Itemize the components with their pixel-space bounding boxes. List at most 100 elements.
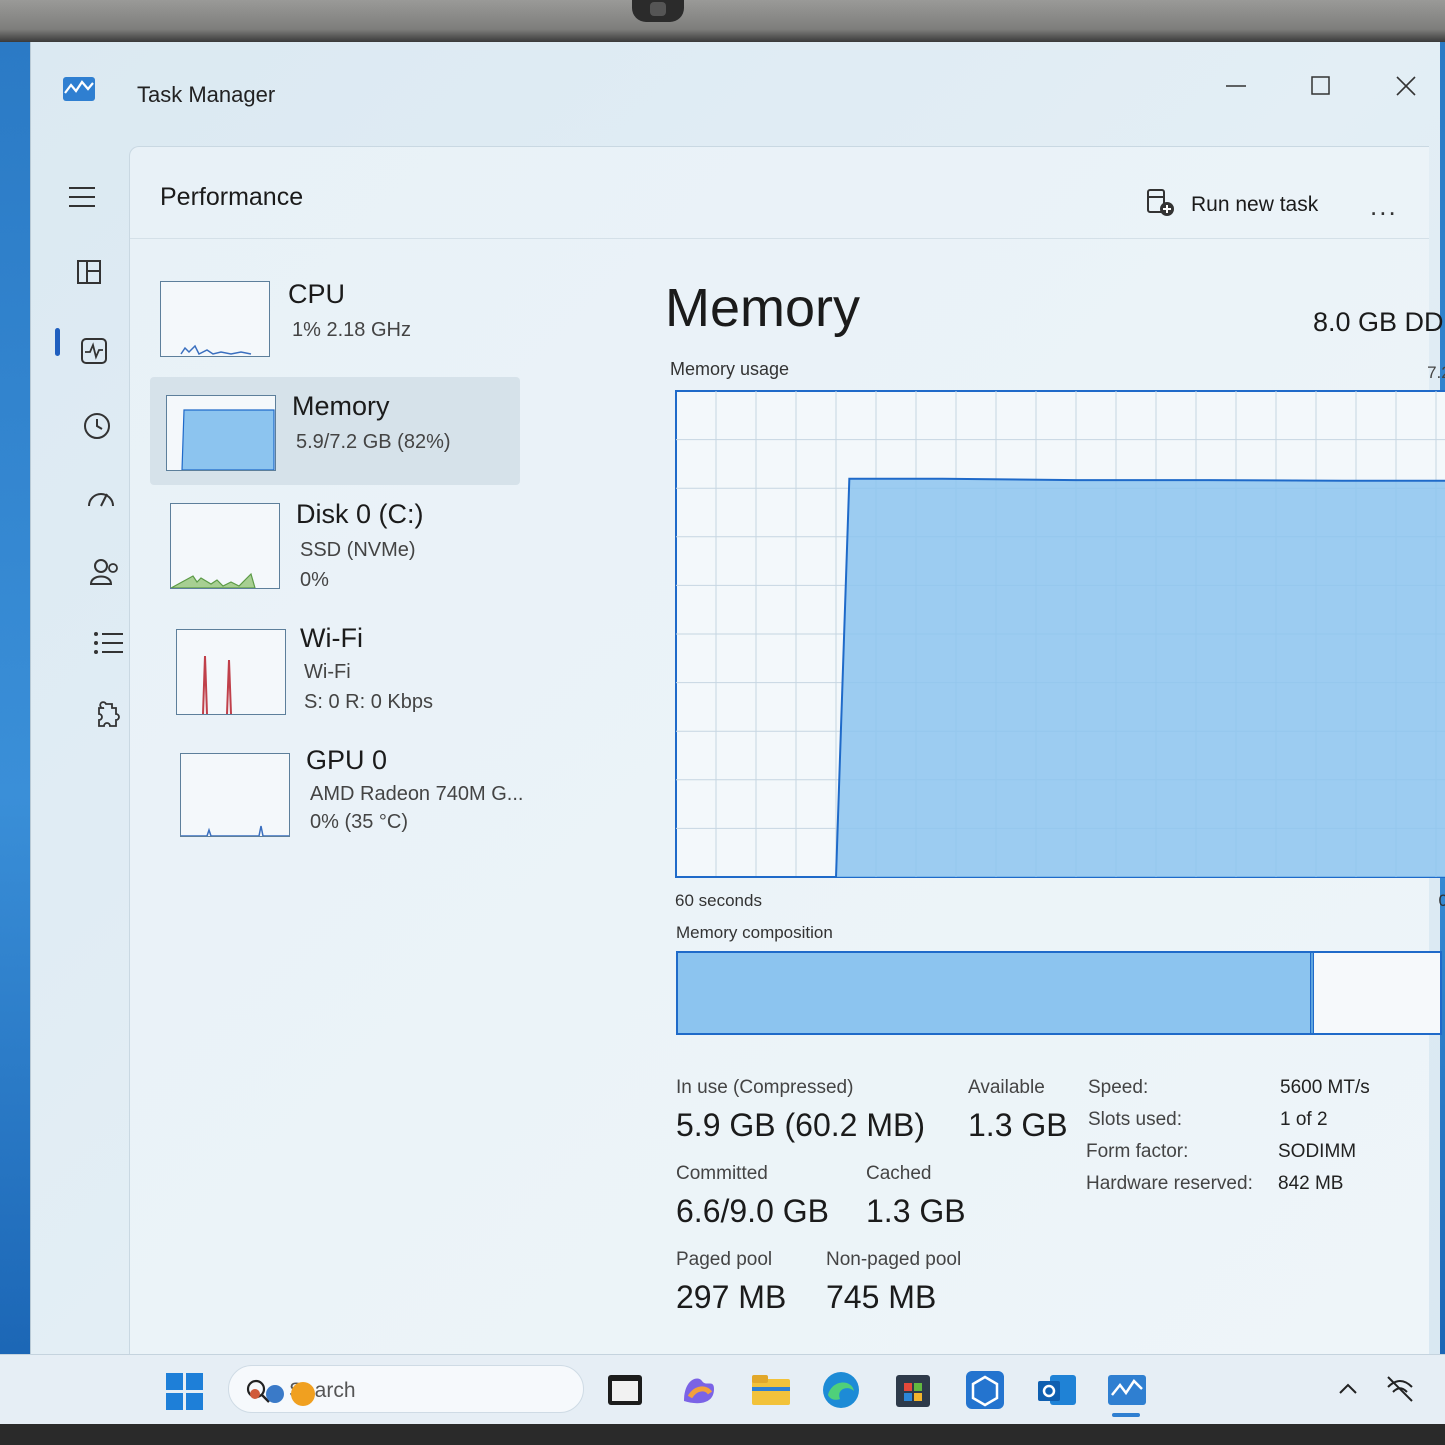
search-highlight-icon — [250, 1382, 315, 1406]
close-button[interactable] — [1386, 70, 1426, 102]
paged-pool-label: Paged pool — [676, 1249, 773, 1270]
committed-value: 6.6/9.0 GB — [676, 1193, 829, 1229]
webcam — [632, 0, 684, 22]
spec-speed-label: Speed: — [1088, 1077, 1149, 1098]
device-name: Disk 0 (C:) — [296, 499, 424, 529]
details-icon[interactable] — [79, 620, 135, 668]
device-detail: AMD Radeon 740M G... — [310, 783, 524, 805]
memory-thumbnail — [166, 395, 276, 471]
available-label: Available — [968, 1077, 1045, 1098]
chart-time-left: 60 seconds — [675, 891, 762, 910]
cached-value: 1.3 GB — [866, 1193, 966, 1229]
task-manager-window: Task Manager Performance Run new task ..… — [30, 42, 1445, 1354]
processes-icon[interactable] — [61, 248, 117, 296]
app-history-icon[interactable] — [67, 400, 123, 448]
cached-label: Cached — [866, 1163, 932, 1184]
memory-usage-label: Memory usage — [670, 359, 790, 379]
memory-type: 8.0 GB DDR5 — [1312, 307, 1445, 337]
spec-hw-reserved-label: Hardware reserved: — [1086, 1173, 1253, 1194]
minimize-button[interactable] — [1216, 70, 1256, 102]
composition-modified — [1310, 953, 1315, 1033]
edge-icon[interactable] — [818, 1367, 864, 1413]
laptop-bottom-bezel — [0, 1424, 1445, 1445]
left-navigation — [31, 152, 131, 1352]
in-use-value: 5.9 GB (60.2 MB) — [676, 1107, 925, 1143]
memory-usage-point — [848, 478, 850, 480]
terminal-icon[interactable] — [602, 1367, 648, 1413]
outlook-icon[interactable] — [1034, 1367, 1080, 1413]
device-disk[interactable]: Disk 0 (C:) SSD (NVMe) 0% — [150, 499, 520, 607]
no-network-icon[interactable] — [1384, 1373, 1416, 1405]
device-detail: 1% 2.18 GHz — [292, 319, 411, 341]
non-paged-pool-label: Non-paged pool — [826, 1249, 962, 1270]
chart-time-right: 0 — [1438, 891, 1445, 910]
committed-label: Committed — [676, 1163, 768, 1184]
spec-hw-reserved-value: 842 MB — [1278, 1173, 1344, 1194]
taskbar: Search — [0, 1354, 1445, 1424]
device-detail: SSD (NVMe) — [300, 539, 416, 561]
memory-composition-bar — [676, 951, 1442, 1035]
page-title: Performance — [160, 183, 304, 211]
memory-usage-max: 7.2 GB — [1427, 363, 1445, 382]
device-name: CPU — [288, 279, 346, 309]
device-gpu[interactable]: GPU 0 AMD Radeon 740M G... 0% (35 °C) — [150, 745, 524, 853]
company-portal-icon[interactable] — [962, 1367, 1008, 1413]
wifi-thumbnail — [176, 629, 286, 715]
memory-usage-point — [1208, 479, 1210, 481]
memory-usage-chart — [670, 387, 1445, 879]
maximize-button[interactable] — [1301, 70, 1341, 102]
device-detail: 5.9/7.2 GB (82%) — [296, 431, 451, 453]
spec-slots-value: 1 of 2 — [1280, 1109, 1328, 1130]
performance-panel: Performance Run new task ... CPU 1% 2.18… — [129, 146, 1445, 1354]
window-title: Task Manager — [137, 82, 276, 107]
active-app-indicator — [1112, 1413, 1140, 1417]
copilot-icon[interactable] — [676, 1367, 722, 1413]
device-usage: 0% (35 °C) — [310, 811, 409, 833]
cpu-thumbnail — [160, 281, 270, 357]
spec-speed-value: 5600 MT/s — [1280, 1077, 1370, 1098]
startup-apps-icon[interactable] — [71, 474, 127, 522]
paged-pool-value: 297 MB — [676, 1279, 787, 1315]
composition-in-use — [678, 953, 1311, 1033]
device-name: Wi-Fi — [300, 623, 363, 653]
file-explorer-icon[interactable] — [748, 1367, 794, 1413]
device-memory[interactable]: Memory 5.9/7.2 GB (82%) — [150, 377, 520, 485]
taskbar-search[interactable]: Search — [228, 1365, 584, 1413]
device-cpu[interactable]: CPU 1% 2.18 GHz — [150, 277, 520, 385]
start-icon[interactable] — [162, 1367, 208, 1413]
non-paged-pool-value: 745 MB — [826, 1279, 937, 1315]
title-bar: Task Manager — [31, 42, 1440, 142]
spec-slots-label: Slots used: — [1088, 1109, 1182, 1130]
run-task-icon — [1147, 189, 1174, 216]
memory-usage-point — [675, 876, 677, 878]
in-use-label: In use (Compressed) — [676, 1077, 854, 1098]
memory-composition-label: Memory composition — [676, 923, 833, 942]
device-wifi[interactable]: Wi-Fi Wi-Fi S: 0 R: 0 Kbps — [150, 623, 520, 731]
gpu-thumbnail — [180, 753, 290, 837]
users-icon[interactable] — [75, 546, 131, 594]
memory-usage-svg — [675, 390, 1445, 878]
memory-usage-point — [942, 478, 944, 480]
device-name: GPU 0 — [306, 745, 388, 775]
hamburger-icon[interactable] — [53, 174, 109, 222]
laptop-bezel — [0, 0, 1445, 42]
store-icon[interactable] — [890, 1367, 936, 1413]
available-value: 1.3 GB — [968, 1107, 1068, 1143]
memory-heading: Memory — [665, 278, 861, 338]
task-manager-taskbar-icon[interactable] — [1104, 1367, 1150, 1413]
run-new-task-button[interactable]: Run new task — [1145, 185, 1335, 225]
device-usage: 0% — [300, 569, 329, 591]
memory-usage-point — [1342, 480, 1344, 482]
more-options-button[interactable]: ... — [1370, 191, 1410, 221]
device-throughput: S: 0 R: 0 Kbps — [304, 691, 433, 713]
task-manager-icon — [63, 77, 95, 101]
spec-form-factor-label: Form factor: — [1086, 1141, 1189, 1162]
device-detail: Wi-Fi — [304, 661, 351, 683]
chevron-up-icon[interactable] — [1336, 1377, 1360, 1401]
performance-icon[interactable] — [65, 326, 121, 374]
panel-header: Performance Run new task ... — [130, 147, 1429, 239]
memory-usage-point — [835, 876, 837, 878]
device-name: Memory — [292, 391, 390, 421]
spec-form-factor-value: SODIMM — [1278, 1141, 1357, 1162]
active-indicator — [55, 328, 60, 356]
